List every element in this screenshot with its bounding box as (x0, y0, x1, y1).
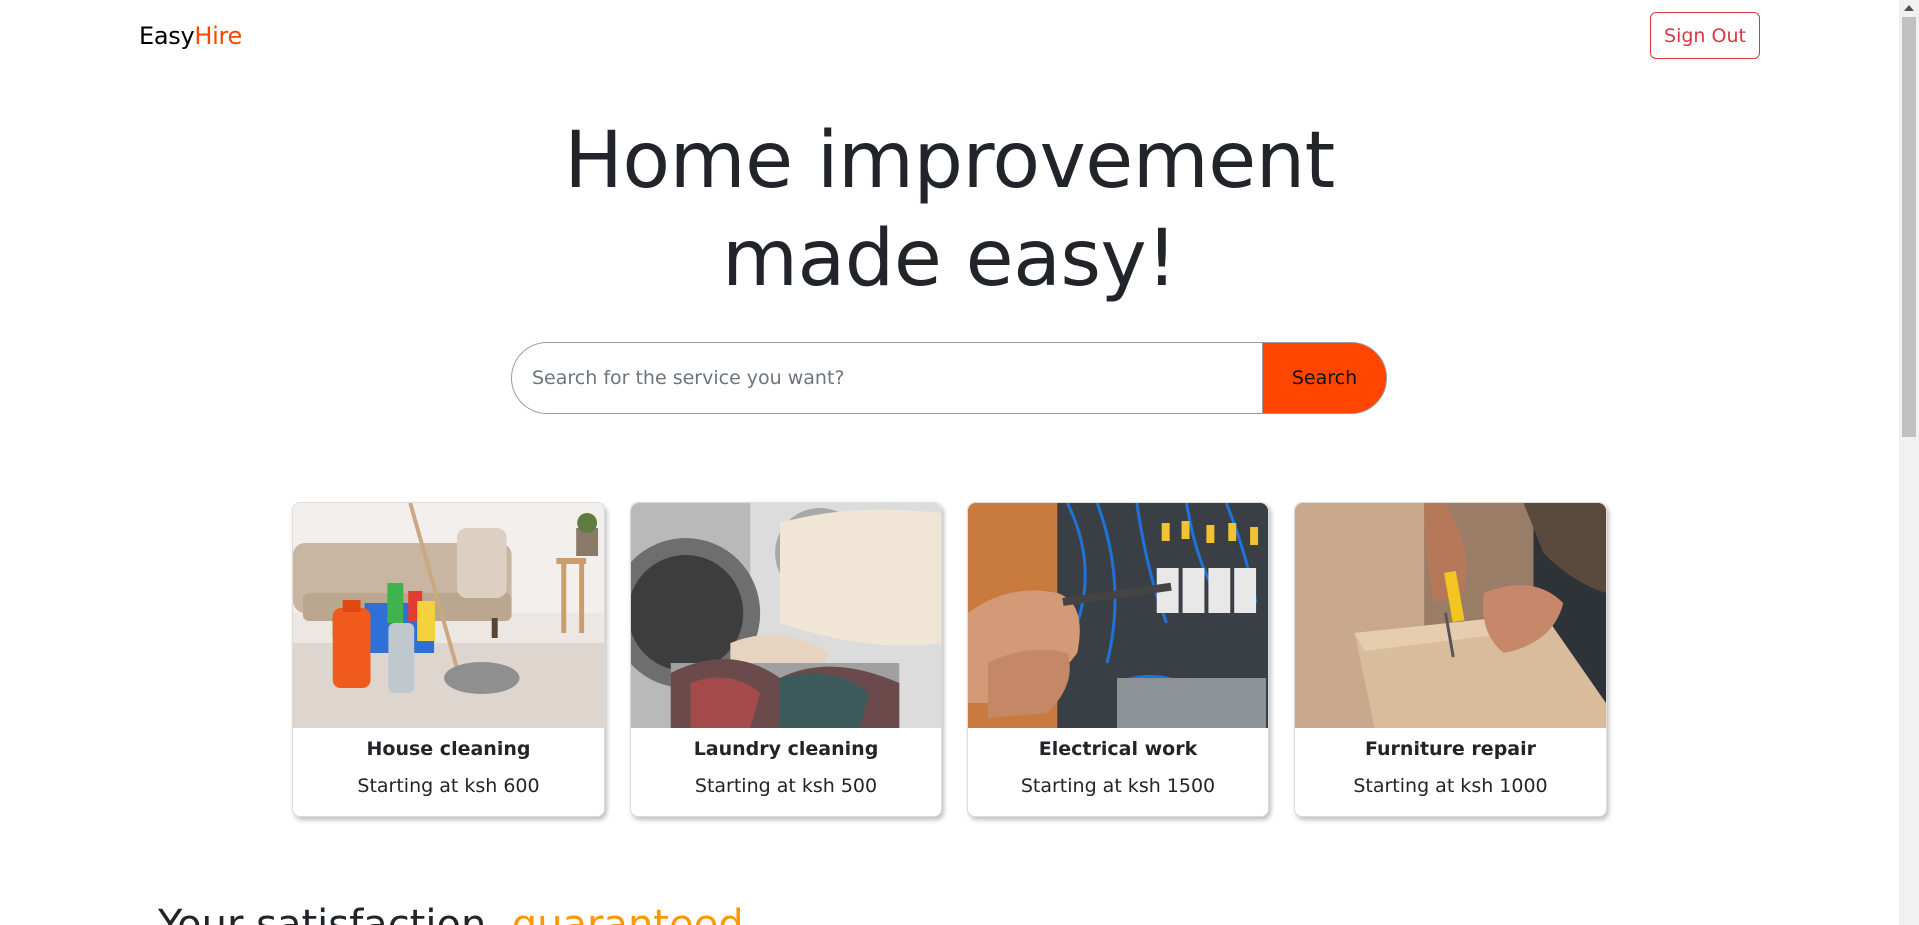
service-title: House cleaning (366, 738, 531, 760)
search-input[interactable] (511, 342, 1263, 414)
hero-title-line2: made easy! (722, 214, 1177, 304)
service-price: Starting at ksh 500 (694, 775, 878, 797)
service-card-laundry-cleaning[interactable]: Laundry cleaning Starting at ksh 500 (630, 502, 942, 817)
sign-out-button[interactable]: Sign Out (1650, 12, 1760, 59)
brand-name-part1: Easy (139, 22, 195, 50)
service-title: Laundry cleaning (693, 738, 879, 760)
service-card-house-cleaning[interactable]: House cleaning Starting at ksh 600 (292, 502, 605, 817)
electrical-photo (968, 503, 1268, 728)
brand-name-part2: Hire (194, 22, 243, 50)
hero-title: Home improvement made easy! (0, 112, 1899, 308)
scroll-up-arrow-icon[interactable] (1904, 5, 1914, 11)
laundry-photo (631, 503, 941, 728)
search-button[interactable]: Search (1262, 342, 1387, 414)
service-price: Starting at ksh 1000 (1353, 775, 1548, 797)
house-cleaning-photo (293, 503, 604, 728)
furniture-repair-photo (1295, 503, 1606, 728)
page: EasyHire Sign Out Home improvement made … (0, 0, 1919, 925)
navbar: EasyHire Sign Out (0, 0, 1899, 72)
satisfaction-heading-part1: Your satisfaction, (158, 902, 512, 925)
service-cards: House cleaning Starting at ksh 600 Laund… (292, 502, 1607, 817)
main-content: EasyHire Sign Out Home improvement made … (0, 0, 1899, 925)
hero-title-line1: Home improvement (564, 116, 1335, 206)
service-card-furniture-repair[interactable]: Furniture repair Starting at ksh 1000 (1294, 502, 1607, 817)
service-card-electrical-work[interactable]: Electrical work Starting at ksh 1500 (967, 502, 1269, 817)
satisfaction-heading: Your satisfaction, guaranteed (158, 900, 744, 925)
satisfaction-heading-highlight: guaranteed (511, 902, 744, 925)
service-price: Starting at ksh 600 (357, 775, 540, 797)
service-price: Starting at ksh 1500 (1020, 775, 1216, 797)
vertical-scrollbar[interactable] (1899, 0, 1919, 925)
service-title: Furniture repair (1364, 738, 1536, 760)
scrollbar-thumb[interactable] (1902, 17, 1916, 437)
service-title: Electrical work (1038, 738, 1198, 760)
brand-logo[interactable]: EasyHire (139, 19, 242, 53)
search-bar: Search (511, 342, 1387, 414)
